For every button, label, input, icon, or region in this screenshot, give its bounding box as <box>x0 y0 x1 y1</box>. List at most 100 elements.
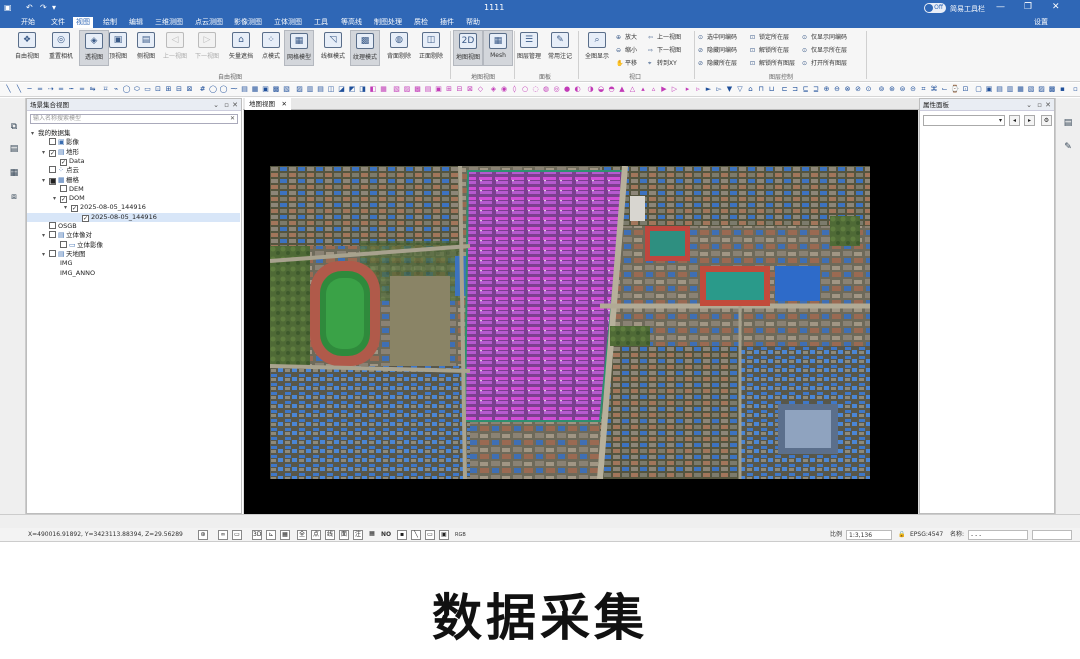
draw-tool-icon[interactable]: ◉ <box>500 85 509 94</box>
draw-tool-icon[interactable]: ⇋ <box>88 85 97 94</box>
tree-checkbox[interactable]: ✓ <box>71 205 78 213</box>
grid-icon[interactable]: ▦ <box>280 530 290 540</box>
draw-tool-icon[interactable]: ◐ <box>573 85 582 94</box>
draw-tool-icon[interactable]: ○ <box>521 85 530 94</box>
menu-item[interactable]: 等高线 <box>338 17 365 28</box>
undo-icon[interactable]: ↶ <box>26 3 33 12</box>
map-view-button[interactable]: 2D 地图视图 <box>453 30 483 66</box>
draw-tool-icon[interactable]: ● <box>563 85 572 94</box>
expand-arrow-icon[interactable]: ▾ <box>42 176 49 185</box>
full-extent-button[interactable]: ⌕ 全图显示 <box>582 30 612 66</box>
draw-tool-icon[interactable]: ⌚ <box>951 85 960 94</box>
panel-float-icon[interactable]: ▫ <box>1037 99 1042 111</box>
show-only-same-code-button[interactable]: ⊙ 仅显示同编码 <box>802 32 847 43</box>
draw-tool-icon[interactable]: ⊞ <box>164 85 173 94</box>
menu-item[interactable]: 点云测图 <box>192 17 226 28</box>
texture-mode-button[interactable]: ▩ 纹理模式 <box>350 30 380 66</box>
draw-tool-icon[interactable]: ⊒ <box>812 85 821 94</box>
menu-item[interactable]: 制图处理 <box>371 17 405 28</box>
draw-tool-icon[interactable]: ⇢ <box>46 85 55 94</box>
close-icon[interactable]: ✕ <box>1052 2 1060 12</box>
mode-area[interactable]: 面 <box>339 530 349 540</box>
draw-tool-icon[interactable]: ▫ <box>1071 85 1080 94</box>
edit-vertex-icon[interactable]: ▪ <box>397 530 407 540</box>
menu-item[interactable]: 立体测图 <box>271 17 305 28</box>
draw-tool-icon[interactable]: ▷ <box>670 85 679 94</box>
menu-item[interactable]: 影像测图 <box>231 17 265 28</box>
mesh-view-button[interactable]: ▦ Mesh <box>483 30 513 66</box>
tab-close-icon[interactable]: ✕ <box>282 98 287 110</box>
draw-tool-icon[interactable]: ⊛ <box>888 85 897 94</box>
menu-item[interactable]: 文件 <box>48 17 68 28</box>
unlock-current-layer-button[interactable]: ⊡ 解锁所在层 <box>750 45 789 56</box>
draw-tool-icon[interactable]: ▩ <box>1048 85 1057 94</box>
expand-arrow-icon[interactable]: ▾ <box>42 148 49 157</box>
tree-checkbox[interactable] <box>49 222 56 229</box>
draw-tool-icon[interactable]: ◊ <box>510 85 519 94</box>
tree-item[interactable]: ▾ ✓ 2025-08-05_144916 <box>27 203 240 213</box>
draw-tool-icon[interactable]: ▩ <box>272 85 281 94</box>
overview-dock-icon[interactable]: ⧈ <box>8 192 20 204</box>
top-view-button[interactable]: ▣ 顶视图 <box>103 30 133 66</box>
draw-tool-icon[interactable]: ═ <box>78 85 87 94</box>
draw-tool-icon[interactable]: ─ <box>25 85 34 94</box>
tree-checkbox[interactable] <box>49 166 56 174</box>
draw-tool-icon[interactable]: ⬭ <box>133 85 142 94</box>
prev-view-button[interactable]: ◁ 上一视图 <box>160 30 190 66</box>
draw-tool-icon[interactable]: ► <box>704 85 713 94</box>
panel-float-icon[interactable]: ▫ <box>224 99 229 111</box>
tree-item[interactable]: IMG <box>27 259 240 268</box>
draw-tool-icon[interactable]: ▣ <box>985 85 994 94</box>
redo-icon[interactable]: ↷ <box>40 3 47 12</box>
next-object-button[interactable]: ▸ <box>1024 115 1035 126</box>
draw-tool-icon[interactable]: △ <box>628 85 637 94</box>
draw-tool-icon[interactable]: ▲ <box>618 85 627 94</box>
expand-arrow-icon[interactable]: ▾ <box>31 129 38 138</box>
draw-tool-icon[interactable]: ◩ <box>348 85 357 94</box>
draw-tool-icon[interactable]: ⊚ <box>877 85 886 94</box>
draw-tool-icon[interactable]: ▤ <box>995 85 1004 94</box>
menu-item[interactable]: 三维测图 <box>152 17 186 28</box>
draw-tool-icon[interactable]: ◓ <box>607 85 616 94</box>
quick-access-dropdown-icon[interactable]: ▾ <box>52 3 56 12</box>
draw-tool-icon[interactable]: ▼ <box>725 85 734 94</box>
tree-checkbox[interactable]: ✓ <box>82 214 89 222</box>
draw-tool-icon[interactable]: ⊘ <box>854 85 863 94</box>
tree-item[interactable]: ▣影像 <box>27 138 240 147</box>
prev-object-button[interactable]: ◂ <box>1009 115 1020 126</box>
style-dock-icon[interactable]: ✎ <box>1062 142 1074 154</box>
draw-tool-icon[interactable]: ◪ <box>337 85 346 94</box>
pan-button[interactable]: ✋ 平移 <box>616 58 637 69</box>
property-object-select[interactable]: ▾ <box>923 115 1005 126</box>
tree-checkbox[interactable]: ■ <box>49 177 56 185</box>
draw-tool-icon[interactable]: ▻ <box>715 85 724 94</box>
restore-icon[interactable]: ❐ <box>1024 2 1032 12</box>
tree-item[interactable]: ▾ 我的数据集 <box>27 129 240 138</box>
table-icon[interactable]: ▦ <box>367 530 377 540</box>
draw-tool-icon[interactable]: ⌗ <box>919 85 928 94</box>
tree-item[interactable]: ▾ ■ ▦栅格 <box>27 176 240 185</box>
draw-tool-icon[interactable]: ◫ <box>327 85 336 94</box>
draw-tool-icon[interactable]: ⌙ <box>940 85 949 94</box>
menu-item[interactable]: 开始 <box>18 17 38 28</box>
menu-item-active[interactable]: 视图 <box>73 17 93 28</box>
draw-tool-icon[interactable]: ⊠ <box>185 85 194 94</box>
zoom-out-button[interactable]: ⊖ 缩小 <box>616 45 637 56</box>
draw-tool-icon[interactable]: ⊐ <box>791 85 800 94</box>
scene-search-input[interactable]: 输入名称搜索模型 ✕ <box>30 114 238 124</box>
tree-item[interactable]: ✓ 2025-08-05_144916 <box>27 212 240 222</box>
vector-occlusion-button[interactable]: ⌂ 矢量遮挡 <box>226 30 256 66</box>
tree-checkbox[interactable]: ✓ <box>60 158 67 166</box>
tree-item[interactable]: ✓ Data <box>27 157 240 166</box>
lock-icon[interactable]: 🔒 <box>898 530 905 540</box>
draw-tool-icon[interactable]: ⁓ <box>230 85 239 94</box>
draw-tool-icon[interactable]: ⊟ <box>455 85 464 94</box>
draw-tool-icon[interactable]: ▨ <box>295 85 304 94</box>
menu-item[interactable]: 工具 <box>311 17 331 28</box>
draw-tool-icon[interactable]: ▴ <box>639 85 648 94</box>
draw-tool-icon[interactable]: ⌂ <box>746 85 755 94</box>
tree-item[interactable]: ▾ ✓ ▤地形 <box>27 148 240 157</box>
draw-tool-icon[interactable]: ⊔ <box>767 85 776 94</box>
zoom-in-button[interactable]: ⊕ 放大 <box>616 32 637 43</box>
expand-arrow-icon[interactable]: ▾ <box>42 231 49 240</box>
